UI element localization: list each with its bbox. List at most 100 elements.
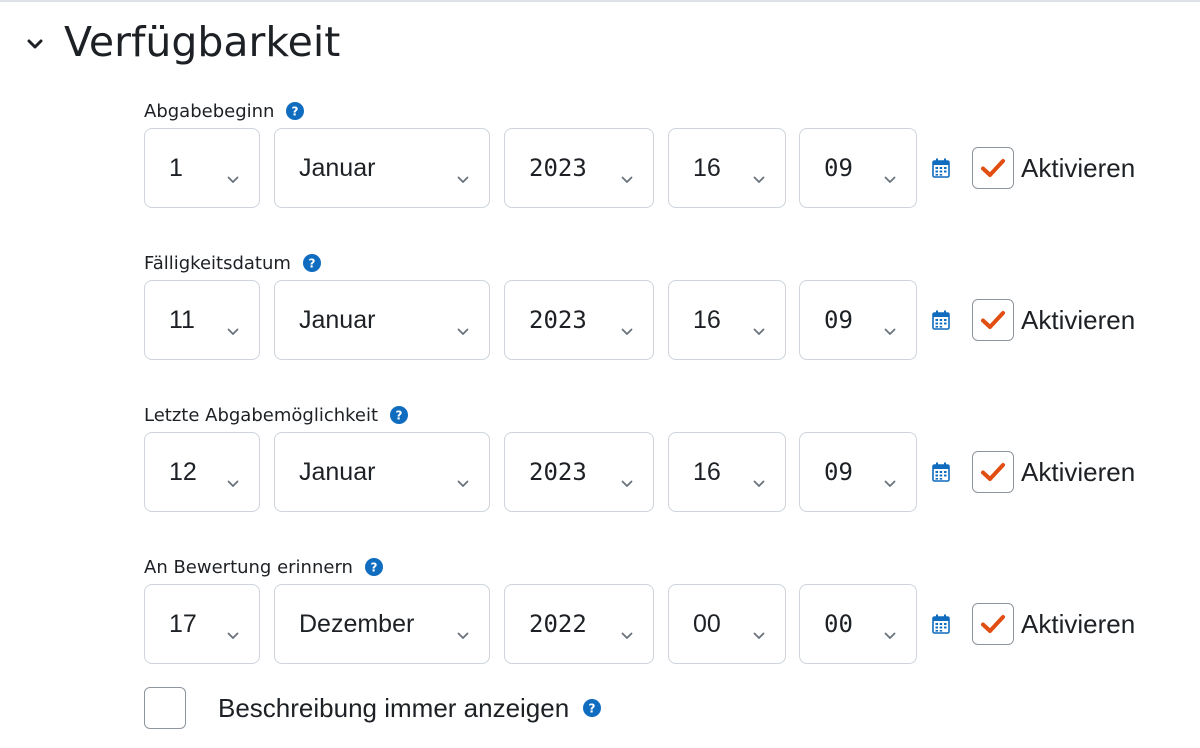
minute-select[interactable]: 09 (799, 280, 917, 360)
field-label: Fälligkeitsdatum? (144, 251, 321, 275)
chevron-down-icon (457, 467, 469, 487)
hour-select-value: 00 (693, 609, 721, 638)
minute-select[interactable]: 09 (799, 432, 917, 512)
month-select-value: Januar (299, 305, 376, 334)
calendar-icon[interactable] (932, 158, 950, 178)
help-icon[interactable]: ? (364, 558, 383, 576)
top-divider (0, 0, 1200, 2)
calendar-icon[interactable] (932, 462, 950, 482)
always-show-description-label: Beschreibung immer anzeigen (218, 692, 570, 723)
chevron-down-icon (621, 163, 633, 183)
minute-select[interactable]: 00 (799, 584, 917, 664)
hour-select[interactable]: 16 (668, 128, 786, 208)
svg-text:?: ? (292, 105, 299, 119)
year-select-value: 2022 (529, 610, 587, 638)
month-select[interactable]: Dezember (274, 584, 490, 664)
svg-text:?: ? (308, 257, 315, 271)
minute-select-value: 09 (824, 458, 853, 486)
always-show-description-checkbox[interactable] (144, 687, 186, 729)
chevron-down-icon (884, 467, 896, 487)
month-select-value: Dezember (299, 609, 415, 638)
chevron-down-icon (884, 619, 896, 639)
section-header[interactable]: Verfügbarkeit (22, 14, 340, 70)
help-icon[interactable]: ? (583, 699, 602, 717)
chevron-down-icon (884, 315, 896, 335)
always-show-description[interactable]: Beschreibung immer anzeigen ? (144, 686, 602, 730)
hour-select-value: 16 (693, 305, 721, 334)
chevron-down-icon (621, 619, 633, 639)
chevron-down-icon (753, 619, 765, 639)
minute-select-value: 09 (824, 306, 853, 334)
field-label: Letzte Abgabemöglichkeit? (144, 403, 409, 427)
year-select-value: 2023 (529, 458, 587, 486)
year-select-value: 2023 (529, 154, 587, 182)
chevron-down-icon (884, 163, 896, 183)
year-select[interactable]: 2023 (504, 432, 654, 512)
month-select[interactable]: Januar (274, 128, 490, 208)
day-select-value: 1 (169, 153, 183, 182)
chevron-down-icon (457, 163, 469, 183)
enable-checkbox[interactable] (972, 147, 1014, 189)
hour-select-value: 16 (693, 457, 721, 486)
chevron-down-icon[interactable] (22, 31, 48, 57)
enable-label: Aktivieren (1021, 608, 1136, 639)
minute-select[interactable]: 09 (799, 128, 917, 208)
day-select-value: 17 (169, 609, 197, 638)
checkmark-icon (980, 157, 1006, 179)
hour-select-value: 16 (693, 153, 721, 182)
chevron-down-icon (621, 315, 633, 335)
hour-select[interactable]: 16 (668, 280, 786, 360)
chevron-down-icon (227, 467, 239, 487)
chevron-down-icon (227, 619, 239, 639)
help-icon[interactable]: ? (390, 406, 409, 424)
field-label-text: Letzte Abgabemöglichkeit (144, 404, 379, 426)
section-title: Verfügbarkeit (64, 18, 341, 66)
enable-checkbox[interactable] (972, 451, 1014, 493)
day-select[interactable]: 11 (144, 280, 260, 360)
day-select[interactable]: 17 (144, 584, 260, 664)
field-label-text: An Bewertung erinnern (144, 556, 353, 578)
day-select-value: 12 (169, 457, 197, 486)
year-select[interactable]: 2023 (504, 280, 654, 360)
enable-toggle[interactable]: Aktivieren (972, 450, 1135, 494)
day-select[interactable]: 12 (144, 432, 260, 512)
month-select-value: Januar (299, 457, 376, 486)
day-select-value: 11 (169, 305, 195, 334)
year-select[interactable]: 2023 (504, 128, 654, 208)
chevron-down-icon (753, 467, 765, 487)
field-label-text: Abgabebeginn (144, 100, 275, 122)
svg-text:?: ? (396, 409, 403, 423)
chevron-down-icon (753, 315, 765, 335)
svg-text:?: ? (370, 561, 377, 575)
checkmark-icon (980, 613, 1006, 635)
checkmark-icon (980, 309, 1006, 331)
day-select[interactable]: 1 (144, 128, 260, 208)
svg-text:?: ? (589, 702, 596, 716)
chevron-down-icon (227, 315, 239, 335)
hour-select[interactable]: 16 (668, 432, 786, 512)
year-select-value: 2023 (529, 306, 587, 334)
calendar-icon[interactable] (932, 310, 950, 330)
chevron-down-icon (457, 315, 469, 335)
hour-select[interactable]: 00 (668, 584, 786, 664)
chevron-down-icon (621, 467, 633, 487)
enable-toggle[interactable]: Aktivieren (972, 298, 1135, 342)
enable-label: Aktivieren (1021, 456, 1136, 487)
field-label: An Bewertung erinnern? (144, 555, 383, 579)
enable-label: Aktivieren (1021, 152, 1136, 183)
month-select[interactable]: Januar (274, 280, 490, 360)
year-select[interactable]: 2022 (504, 584, 654, 664)
enable-toggle[interactable]: Aktivieren (972, 602, 1135, 646)
month-select[interactable]: Januar (274, 432, 490, 512)
help-icon[interactable]: ? (286, 102, 305, 120)
help-icon[interactable]: ? (302, 254, 321, 272)
calendar-icon[interactable] (932, 614, 950, 634)
enable-label: Aktivieren (1021, 304, 1136, 335)
enable-checkbox[interactable] (972, 603, 1014, 645)
enable-checkbox[interactable] (972, 299, 1014, 341)
chevron-down-icon (227, 163, 239, 183)
minute-select-value: 00 (824, 610, 853, 638)
enable-toggle[interactable]: Aktivieren (972, 146, 1135, 190)
chevron-down-icon (753, 163, 765, 183)
field-label: Abgabebeginn? (144, 99, 305, 123)
